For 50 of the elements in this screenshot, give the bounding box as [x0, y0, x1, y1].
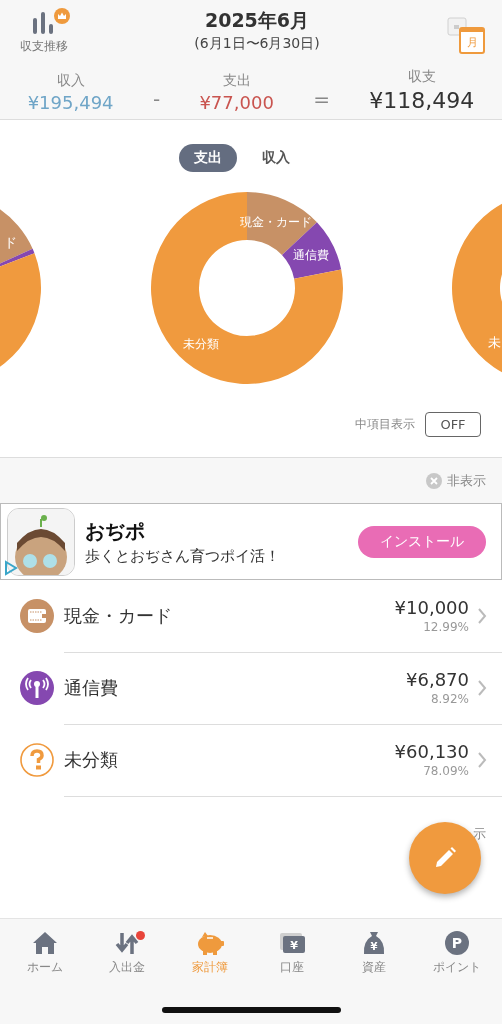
category-name: 現金・カード: [64, 603, 173, 628]
slice-label: 現金・カード: [239, 214, 312, 229]
segment-tab[interactable]: 支出: [179, 144, 237, 172]
chevron-icon: [477, 606, 487, 625]
segment-tab[interactable]: 収入: [247, 144, 305, 172]
close-icon: [426, 472, 442, 489]
period-text: (6月1日〜6月30日): [194, 35, 320, 53]
crown-icon: [54, 8, 70, 24]
slice-label: 通信費: [292, 248, 329, 263]
operator-sign: =: [313, 87, 330, 113]
category-percent: 12.99%: [423, 620, 469, 634]
summary-label: 収支: [407, 68, 436, 86]
summary-value: ¥118,494: [369, 88, 475, 113]
hide-link[interactable]: 示: [473, 825, 486, 843]
category-amount: ¥60,130: [394, 741, 469, 762]
chevron-icon: [477, 678, 487, 697]
tab-item[interactable]: ¥ 資産: [333, 929, 416, 981]
slice-label: 未分類: [182, 336, 219, 351]
operator-sign: -: [152, 87, 161, 113]
hide-button[interactable]: 非表示: [426, 471, 486, 490]
summary-value: ¥77,000: [199, 92, 274, 113]
chevron-icon: [477, 750, 487, 769]
tab-item[interactable]: P ポイント: [415, 929, 498, 981]
ad-banner[interactable]: おぢポ 歩くとおぢさん育つポイ活！ インストール: [0, 503, 502, 580]
setting-label: 中項目表示: [355, 416, 415, 433]
ad-choices-icon: [4, 560, 18, 576]
category-row[interactable]: 未分類 ¥60,130 78.09%: [0, 724, 502, 796]
tab-item[interactable]: ホーム: [4, 929, 87, 981]
category-amount: ¥10,000: [394, 597, 469, 618]
slice-label: 未: [488, 334, 501, 352]
category-row[interactable]: 通信費 ¥6,870 8.92%: [0, 652, 502, 724]
coin-icon: P: [442, 929, 471, 957]
ad-tagline: 歩くとおぢさん育つポイ活！: [85, 546, 281, 566]
slice-label: ド: [4, 234, 17, 252]
tab-item[interactable]: 入出金: [86, 929, 169, 981]
summary-label: 支出: [222, 72, 251, 90]
toggle-button[interactable]: OFF: [425, 412, 481, 437]
summary-label: 収入: [56, 72, 85, 90]
ad-title: おぢポ: [85, 517, 146, 545]
category-row[interactable]: 現金・カード ¥10,000 12.99%: [0, 580, 502, 652]
category-name: 通信費: [64, 675, 119, 700]
month-title: 2025年6月: [204, 8, 310, 33]
category-amount: ¥6,870: [406, 669, 469, 690]
category-name: 未分類: [64, 747, 119, 772]
category-percent: 78.09%: [423, 764, 469, 778]
install-button[interactable]: インストール: [358, 525, 486, 558]
summary-value: ¥195,494: [27, 92, 114, 113]
trend-button[interactable]: 収支推移: [20, 6, 68, 55]
tab-item[interactable]: ¥ 口座: [251, 929, 334, 981]
category-percent: 8.92%: [430, 692, 469, 706]
